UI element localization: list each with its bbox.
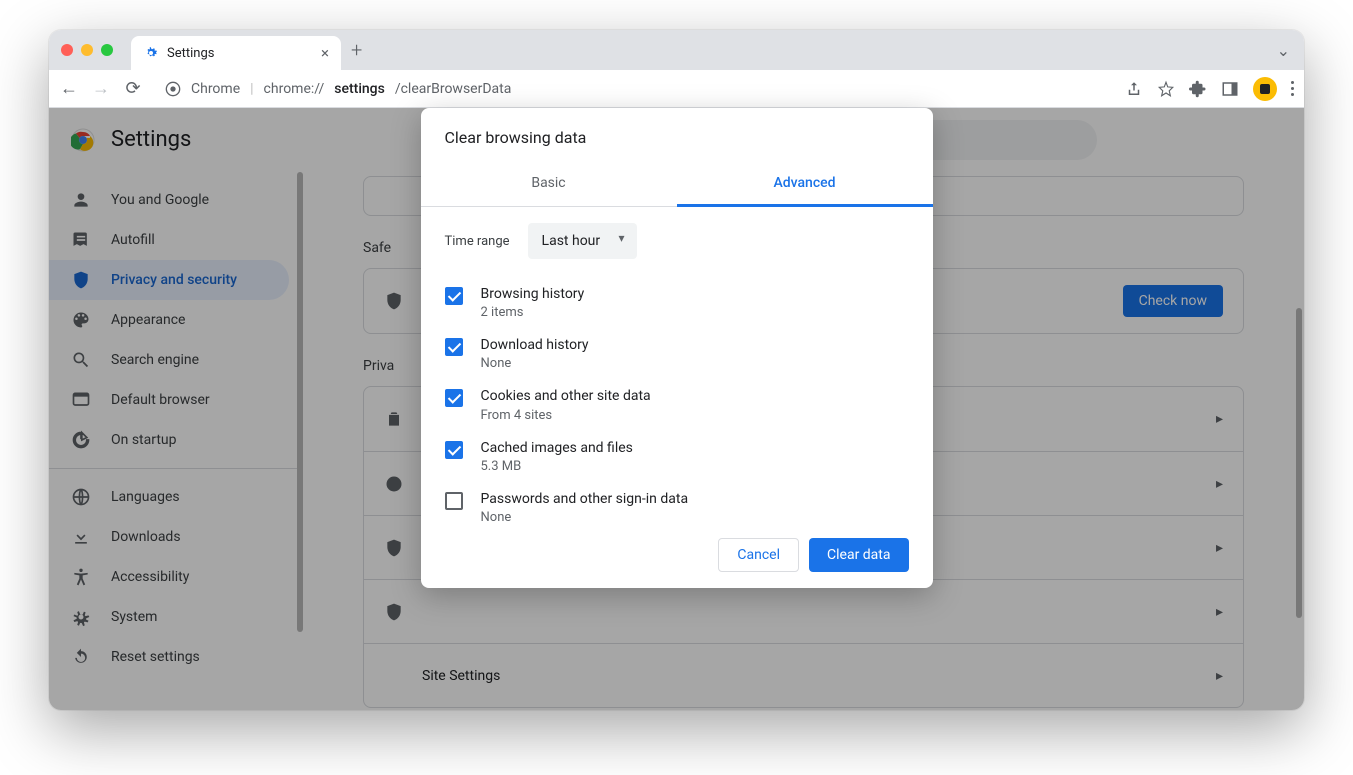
checkbox-sublabel: 2 items xyxy=(481,305,585,320)
tab-basic[interactable]: Basic xyxy=(421,159,677,206)
side-panel-icon[interactable] xyxy=(1221,80,1239,98)
checkbox[interactable] xyxy=(445,338,463,356)
time-range-select[interactable]: Last hour xyxy=(528,223,637,259)
share-icon[interactable] xyxy=(1125,80,1143,98)
time-range-row: Time range Last hour xyxy=(445,223,909,259)
checkbox-label: Passwords and other sign-in data xyxy=(481,490,689,508)
checkbox[interactable] xyxy=(445,492,463,510)
url-host: chrome:// xyxy=(264,81,325,97)
browser-toolbar: ← → ⟳ Chrome | chrome://settings/clearBr… xyxy=(49,70,1304,108)
tab-title: Settings xyxy=(167,46,214,61)
url-path-rest: /clearBrowserData xyxy=(395,81,512,97)
url-path-bold: settings xyxy=(334,81,385,97)
checkbox-sublabel: None xyxy=(481,356,589,371)
checkbox-sublabel: From 4 sites xyxy=(481,408,651,423)
close-window-button[interactable] xyxy=(61,44,73,56)
minimize-window-button[interactable] xyxy=(81,44,93,56)
checkbox[interactable] xyxy=(445,287,463,305)
checkbox[interactable] xyxy=(445,389,463,407)
modal-overlay: Clear browsing data Basic Advanced Time … xyxy=(49,108,1304,710)
checkbox-sublabel: 5.3 MB xyxy=(481,459,633,474)
window-titlebar: Settings × + ⌄ xyxy=(49,30,1304,70)
clear-data-button[interactable]: Clear data xyxy=(809,538,908,572)
dialog-title: Clear browsing data xyxy=(421,108,933,159)
chevron-down-icon[interactable]: ⌄ xyxy=(1277,41,1290,60)
back-button[interactable]: ← xyxy=(59,78,79,99)
checkbox-sublabel: None xyxy=(481,510,689,522)
close-tab-button[interactable]: × xyxy=(321,44,329,62)
forward-button: → xyxy=(91,78,111,99)
browser-tab[interactable]: Settings × xyxy=(131,36,341,70)
extensions-icon[interactable] xyxy=(1189,80,1207,98)
cancel-button[interactable]: Cancel xyxy=(718,538,799,572)
checkbox[interactable] xyxy=(445,441,463,459)
checkbox-row[interactable]: Cookies and other site data From 4 sites xyxy=(445,379,909,430)
dialog-body: Time range Last hour Browsing history 2 i… xyxy=(421,207,933,522)
checkbox-row[interactable]: Browsing history 2 items xyxy=(445,277,909,328)
checkbox-label: Cookies and other site data xyxy=(481,387,651,405)
menu-button[interactable] xyxy=(1291,81,1294,96)
tab-advanced[interactable]: Advanced xyxy=(677,159,933,206)
browser-window: Settings × + ⌄ ← → ⟳ Chrome | chrome://s… xyxy=(49,30,1304,710)
dialog-footer: Cancel Clear data xyxy=(421,522,933,588)
checkbox-label: Cached images and files xyxy=(481,439,633,457)
checkbox-label: Download history xyxy=(481,336,589,354)
checkbox-row[interactable]: Passwords and other sign-in data None xyxy=(445,482,909,522)
checkbox-row[interactable]: Download history None xyxy=(445,328,909,379)
time-range-label: Time range xyxy=(445,234,510,249)
checkbox-label: Browsing history xyxy=(481,285,585,303)
toolbar-right xyxy=(1125,77,1294,101)
time-range-dropdown[interactable]: Last hour xyxy=(528,223,637,259)
gear-icon xyxy=(143,45,159,61)
window-controls xyxy=(61,44,113,56)
reload-button[interactable]: ⟳ xyxy=(123,78,143,99)
bookmark-star-icon[interactable] xyxy=(1157,80,1175,98)
clear-browsing-data-dialog: Clear browsing data Basic Advanced Time … xyxy=(421,108,933,588)
new-tab-button[interactable]: + xyxy=(351,38,362,62)
url-scheme: Chrome xyxy=(191,81,240,97)
address-bar[interactable]: Chrome | chrome://settings/clearBrowserD… xyxy=(155,74,1113,104)
chrome-icon xyxy=(165,81,181,97)
profile-avatar[interactable] xyxy=(1253,77,1277,101)
checkbox-row[interactable]: Cached images and files 5.3 MB xyxy=(445,431,909,482)
page-content: Settings Search settings You and Google … xyxy=(49,108,1304,710)
dialog-tabs: Basic Advanced xyxy=(421,159,933,207)
maximize-window-button[interactable] xyxy=(101,44,113,56)
